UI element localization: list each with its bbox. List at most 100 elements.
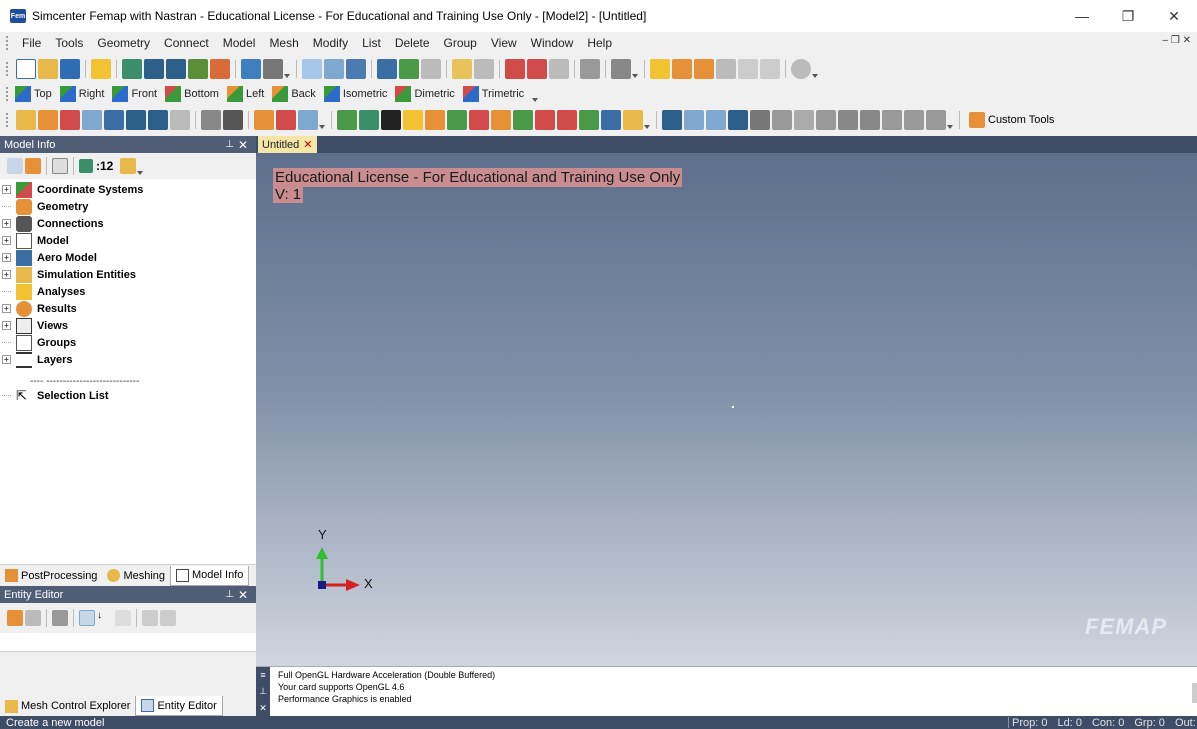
menu-group[interactable]: Group [437, 36, 484, 50]
tree-item-simulation-entities[interactable]: + Simulation Entities [0, 266, 136, 283]
menu-connect[interactable]: Connect [157, 36, 216, 50]
node-add-icon[interactable] [403, 109, 423, 130]
apply-icon[interactable] [142, 610, 158, 626]
view-right-button[interactable]: Right [59, 86, 104, 102]
workplane-icon[interactable] [324, 58, 344, 79]
clip-plane-icon[interactable] [738, 58, 758, 79]
cross-icon[interactable] [557, 109, 577, 130]
new-file-icon[interactable] [16, 58, 36, 79]
model-info-icon[interactable] [122, 58, 142, 79]
pencil-yellow-icon[interactable] [650, 58, 670, 79]
geometry-tool-icon[interactable] [302, 58, 322, 79]
toolbar-grip-icon[interactable] [6, 112, 12, 127]
panel-toggle-icon[interactable] [16, 109, 36, 130]
cancel-icon[interactable] [791, 58, 811, 79]
view-isometric-button[interactable]: Isometric [323, 86, 387, 102]
surface-green-icon[interactable] [447, 109, 467, 130]
dropdown-arrow-icon[interactable] [812, 74, 818, 78]
pick-icon[interactable] [527, 58, 547, 79]
triangle-icon[interactable] [601, 109, 621, 130]
mesh-tool-icon[interactable] [474, 58, 494, 79]
tab-postprocessing[interactable]: PostProcessing [0, 566, 102, 586]
view-front-button[interactable]: Front [112, 86, 157, 102]
mesh-grid-light-icon[interactable] [794, 109, 814, 130]
camera-icon[interactable] [223, 109, 243, 130]
curve-add-icon[interactable] [425, 109, 445, 130]
undo-icon[interactable] [241, 58, 261, 79]
checkbox-tree-icon[interactable] [52, 158, 68, 174]
mesh-grid-icon[interactable] [728, 109, 748, 130]
tab-model-info[interactable]: Model Info [170, 565, 250, 586]
activate-icon[interactable] [25, 158, 41, 174]
view-top-button[interactable]: Top [15, 86, 52, 102]
meshing-toolbox-icon[interactable] [201, 109, 221, 130]
view-dimetric-button[interactable]: Dimetric [395, 86, 455, 102]
menu-grip-icon[interactable] [6, 36, 12, 50]
messages-menu-icon[interactable]: ≡ [260, 670, 265, 680]
pencil-red-icon[interactable] [694, 58, 714, 79]
entity-editor-icon[interactable] [38, 109, 58, 130]
tab-meshing[interactable]: Meshing [102, 566, 170, 586]
expand-icon[interactable]: + [2, 304, 11, 313]
gear-icon[interactable] [838, 109, 858, 130]
section-icon[interactable] [760, 58, 780, 79]
mesh-grid-dark-icon[interactable] [750, 109, 770, 130]
lock-icon[interactable] [7, 610, 23, 626]
model-tree-icon[interactable] [144, 58, 164, 79]
menu-mesh[interactable]: Mesh [262, 36, 305, 50]
tree-item-groups[interactable]: Groups [0, 334, 76, 351]
sort-alpha-icon[interactable]: ↓ [97, 610, 113, 626]
ruler-icon[interactable] [452, 58, 472, 79]
reset-icon[interactable] [160, 610, 176, 626]
box-select-icon[interactable] [549, 58, 569, 79]
entity-select-icon[interactable] [91, 58, 111, 79]
open-folder-icon[interactable] [38, 58, 58, 79]
close-icon[interactable]: ✕ [238, 138, 248, 152]
arrow-up-icon[interactable] [904, 109, 924, 130]
toolbar-grip-icon[interactable] [6, 61, 12, 76]
pin-icon[interactable]: ⊥ [225, 139, 234, 150]
charting-icon[interactable] [82, 109, 102, 130]
save-icon[interactable] [60, 58, 80, 79]
dropdown-arrow-icon[interactable] [319, 125, 325, 129]
expand-icon[interactable]: + [2, 185, 11, 194]
menu-tools[interactable]: Tools [48, 36, 90, 50]
collapse-icon[interactable] [115, 610, 131, 626]
expand-icon[interactable]: + [2, 355, 11, 364]
mesh-grid-gray-icon[interactable] [772, 109, 792, 130]
tree-item-views[interactable]: + Views [0, 317, 68, 334]
graphics-window[interactable]: Educational License - For Educational an… [256, 153, 1197, 666]
maximize-button[interactable]: ❐ [1105, 0, 1151, 32]
tab-entity-editor[interactable]: Entity Editor [135, 696, 223, 716]
pencil-orange-icon[interactable] [672, 58, 692, 79]
measure-icon[interactable] [535, 109, 555, 130]
tree-item-connections[interactable]: + Connections [0, 215, 104, 232]
view-trimetric-button[interactable]: Trimetric [462, 86, 524, 102]
window-icon[interactable] [298, 109, 318, 130]
contour-icon[interactable] [276, 109, 296, 130]
data-surface-icon[interactable] [104, 109, 124, 130]
view-bottom-button[interactable]: Bottom [165, 86, 219, 102]
table-icon[interactable] [148, 109, 168, 130]
toolbar-grip-icon[interactable] [6, 87, 12, 101]
expand-icon[interactable]: + [2, 236, 11, 245]
eraser-icon[interactable] [716, 58, 736, 79]
menu-view[interactable]: View [484, 36, 524, 50]
tree-item-selection-list[interactable]: ⇱ Selection List [0, 387, 109, 404]
model-count-icon[interactable] [79, 159, 93, 173]
grid-add-icon[interactable] [579, 109, 599, 130]
document-tab-untitled[interactable]: Untitled ✕ [258, 136, 317, 153]
categorized-icon[interactable] [79, 610, 95, 626]
close-icon[interactable]: ✕ [259, 703, 267, 714]
dropdown-arrow-icon[interactable] [532, 98, 539, 102]
mesh-size-icon[interactable] [359, 109, 379, 130]
view-back-button[interactable]: Back [272, 86, 316, 102]
copy-entity-icon[interactable] [25, 610, 41, 626]
messages-scrollbar[interactable] [1192, 683, 1197, 703]
select-filter-icon[interactable] [505, 58, 525, 79]
solid-icon[interactable] [421, 58, 441, 79]
check-list-icon[interactable] [399, 58, 419, 79]
entity-icon[interactable] [52, 610, 68, 626]
pin-icon[interactable]: ⊥ [225, 589, 234, 600]
mdi-window-controls[interactable]: – ❐ ✕ [1163, 35, 1191, 46]
